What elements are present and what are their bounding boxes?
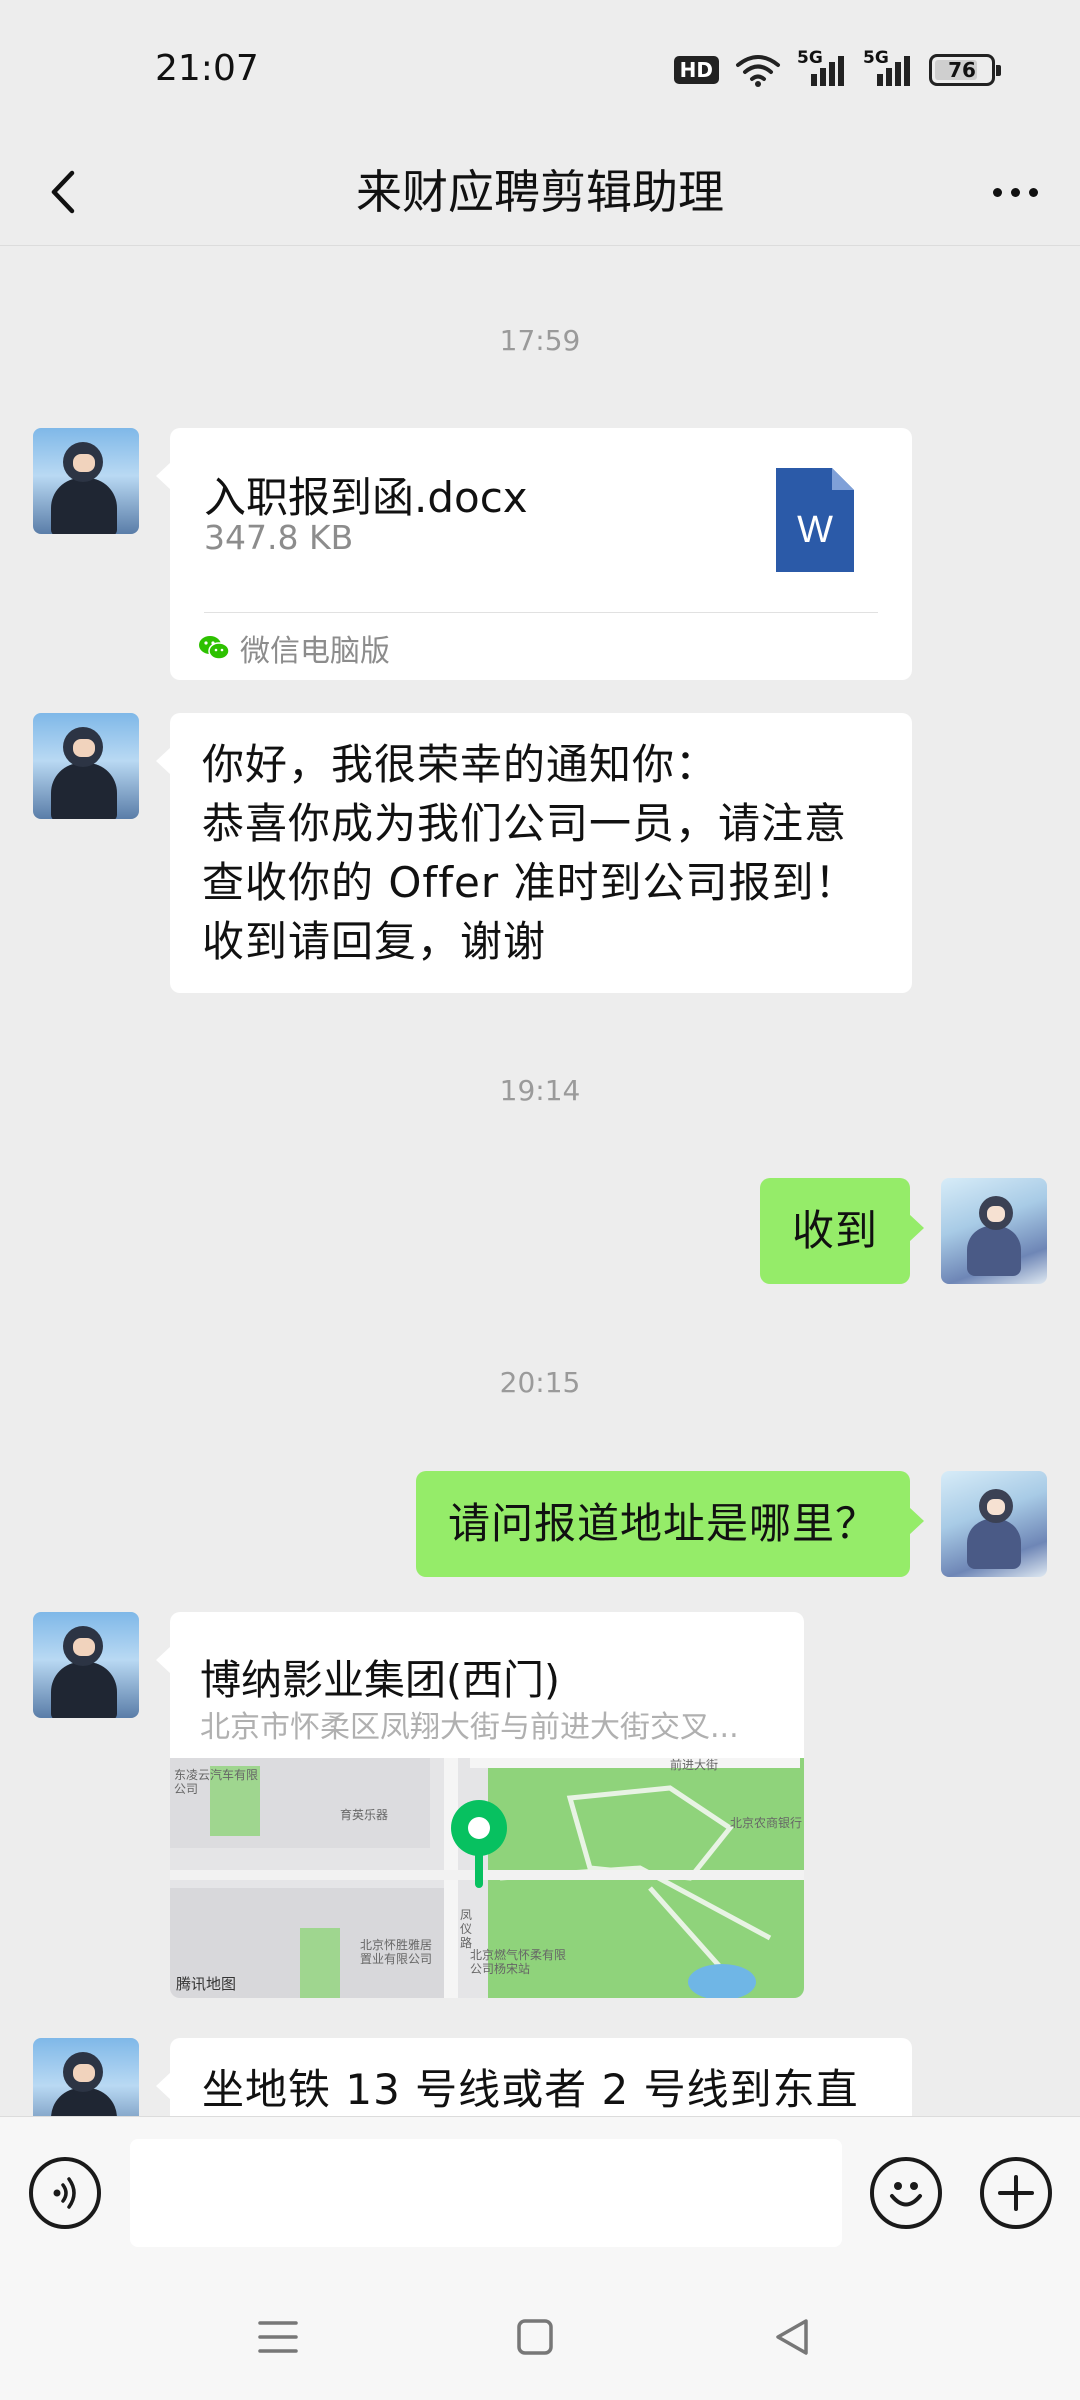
status-icons: HD 5G 5G 76 <box>673 48 1001 90</box>
map-label: 北京农商银行 <box>730 1816 803 1830</box>
voice-icon <box>53 2177 76 2209</box>
file-size: 347.8 KB <box>204 518 354 557</box>
file-source: 微信电脑版 <box>198 626 390 670</box>
message-line: 收到请回复，谢谢 <box>202 917 547 966</box>
location-name: 博纳影业集团(西门) <box>200 1656 560 1704</box>
more-icon <box>992 187 1002 197</box>
text-message[interactable]: 你好，我很荣幸的通知你： 恭喜你成为我们公司一员，请注意 查收你的 Offer … <box>156 713 912 993</box>
avatar-self[interactable] <box>941 1471 1047 1577</box>
message-line: 你好，我很荣幸的通知你： <box>202 740 719 789</box>
file-name: 入职报到函.docx <box>204 473 528 522</box>
location-message[interactable]: 博纳影业集团(西门) 北京市怀柔区凤翔大街与前进大街交叉... 东凌云汽车有限公… <box>156 1612 804 1998</box>
message-line: 恭喜你成为我们公司一员，请注意 <box>202 799 848 848</box>
map-label: 东凌云汽车有限公司 <box>174 1768 259 1796</box>
map-label: 北京怀胜雅居置业有限公司 <box>360 1938 433 1966</box>
plus-button[interactable] <box>980 2157 1052 2229</box>
hd-icon: HD <box>673 56 719 84</box>
avatar-contact[interactable] <box>33 713 139 819</box>
message-line: 坐地铁 13 号线或者 2 号线到东直 <box>202 2065 859 2114</box>
map-brand: 腾讯地图 <box>176 1975 237 1993</box>
avatar-contact[interactable] <box>33 428 139 534</box>
message-line: 查收你的 Offer 准时到公司报到！ <box>202 858 858 907</box>
timestamp: 20:15 <box>499 1366 581 1399</box>
map-label: 北京燃气怀柔有限公司杨宋站 <box>470 1948 567 1976</box>
chat-title: 来财应聘剪辑助理 <box>356 165 724 219</box>
map-label: 凤仪路 <box>460 1908 473 1950</box>
plus-icon <box>998 2175 1034 2211</box>
status-time: 21:07 <box>155 48 259 89</box>
more-button[interactable] <box>980 160 1050 224</box>
avatar-contact[interactable] <box>33 1612 139 1718</box>
voice-button[interactable] <box>29 2157 101 2229</box>
wechat-icon <box>199 636 230 660</box>
emoji-button[interactable] <box>870 2157 942 2229</box>
wifi-icon <box>735 53 781 87</box>
map-label: 前进大街 <box>670 1758 719 1772</box>
map-preview[interactable]: 东凌云汽车有限公司 育英乐器 前进大街 北京农商银行 凤仪路 北京怀胜雅居置业有… <box>170 1758 804 1998</box>
battery-icon: 76 <box>929 54 1001 86</box>
home-button[interactable] <box>508 2310 562 2364</box>
menu-button[interactable] <box>251 2310 305 2364</box>
text-message[interactable]: 坐地铁 13 号线或者 2 号线到东直 <box>156 2038 912 2116</box>
nav-back-button[interactable] <box>765 2310 819 2364</box>
timestamp: 19:14 <box>499 1074 581 1107</box>
avatar-self[interactable] <box>941 1178 1047 1284</box>
word-doc-icon: W <box>776 468 854 572</box>
navigation-bar <box>0 2272 1080 2400</box>
divider <box>204 612 878 613</box>
location-address: 北京市怀柔区凤翔大街与前进大街交叉... <box>200 1710 739 1745</box>
home-icon <box>517 2319 553 2355</box>
menu-icon <box>258 2321 298 2353</box>
timestamp: 17:59 <box>499 324 581 357</box>
map-label: 育英乐器 <box>340 1808 389 1822</box>
avatar-contact[interactable] <box>33 2038 139 2116</box>
back-triangle-icon <box>776 2319 808 2355</box>
signal-icon-2: 5G <box>863 48 913 88</box>
input-bar <box>0 2116 1080 2272</box>
svg-text:W: W <box>797 509 833 551</box>
message-input[interactable] <box>130 2139 842 2247</box>
file-message[interactable]: 入职报到函.docx 347.8 KB W 微信电脑版 <box>156 428 912 680</box>
map-pin-icon <box>451 1800 507 1888</box>
chat-header: 来财应聘剪辑助理 <box>0 140 1080 246</box>
emoji-icon <box>890 2182 922 2207</box>
chat-area[interactable]: 17:59 入职报到函.docx 347.8 KB W 微信电脑版 你好，我很荣… <box>0 246 1080 2116</box>
sent-message[interactable]: 收到 <box>759 1178 925 1284</box>
status-bar: 21:07 HD 5G 5G 76 <box>0 0 1080 140</box>
signal-icon-1: 5G <box>797 48 847 88</box>
sent-message[interactable]: 请问报道地址是哪里？ <box>415 1471 925 1577</box>
